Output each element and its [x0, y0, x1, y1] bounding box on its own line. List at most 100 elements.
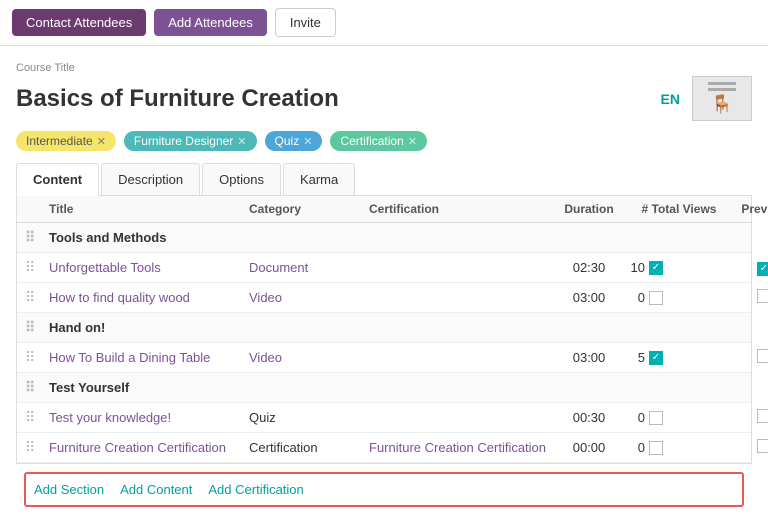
row-title[interactable]: How to find quality wood [49, 290, 249, 305]
row-title: Tools and Methods [49, 230, 249, 245]
views-count: 5 [629, 350, 645, 365]
add-content-link[interactable]: Add Content [120, 482, 192, 497]
drag-handle[interactable]: ⠿ [25, 229, 49, 246]
language-badge: EN [661, 91, 680, 107]
row-category: Video [249, 350, 369, 365]
row-category: Quiz [249, 410, 369, 425]
table-row: ⠿ Test your knowledge! Quiz 00:30 0 🗑 [17, 403, 751, 433]
header-duration: Duration [549, 202, 629, 216]
row-duration: 02:30 [549, 260, 629, 275]
header-title: Title [49, 202, 249, 216]
tag-furniture-designer-close[interactable]: ✕ [237, 135, 246, 148]
views-checkbox[interactable] [649, 411, 663, 425]
row-views: 10 [629, 260, 729, 275]
table-header: Title Category Certification Duration # … [17, 196, 751, 223]
row-preview[interactable] [729, 349, 768, 366]
tabs-row: Content Description Options Karma [16, 163, 752, 196]
table-row: ⠿ Furniture Creation Certification Certi… [17, 433, 751, 463]
row-views: 5 [629, 350, 729, 365]
thumb-line-2 [708, 88, 736, 91]
row-views: 0 [629, 440, 729, 455]
row-title[interactable]: Test your knowledge! [49, 410, 249, 425]
row-category: Video [249, 290, 369, 305]
views-checkbox[interactable] [649, 291, 663, 305]
main-content: Course Title Basics of Furniture Creatio… [0, 46, 768, 531]
preview-checkbox[interactable] [757, 409, 768, 423]
views-checkbox[interactable] [649, 441, 663, 455]
drag-handle[interactable]: ⠿ [25, 319, 49, 336]
header-drag [25, 202, 49, 216]
row-duration: 00:30 [549, 410, 629, 425]
course-label-text: Course Title [16, 62, 752, 74]
tag-certification-close[interactable]: ✕ [408, 135, 417, 148]
tag-intermediate-label: Intermediate [26, 134, 93, 148]
row-title: Test Yourself [49, 380, 249, 395]
row-title[interactable]: Unforgettable Tools [49, 260, 249, 275]
drag-handle[interactable]: ⠿ [25, 439, 49, 456]
drag-handle[interactable]: ⠿ [25, 289, 49, 306]
thumb-line-1 [708, 82, 736, 85]
contact-attendees-button[interactable]: Contact Attendees [12, 9, 146, 36]
table-row: ⠿ How To Build a Dining Table Video 03:0… [17, 343, 751, 373]
drag-handle[interactable]: ⠿ [25, 349, 49, 366]
row-preview[interactable] [729, 259, 768, 276]
tab-karma[interactable]: Karma [283, 163, 355, 195]
table-row: ⠿ Hand on! 🗑 [17, 313, 751, 343]
tag-quiz-label: Quiz [275, 134, 300, 148]
add-attendees-button[interactable]: Add Attendees [154, 9, 267, 36]
table-row: ⠿ How to find quality wood Video 03:00 0… [17, 283, 751, 313]
row-title: Hand on! [49, 320, 249, 335]
drag-handle[interactable]: ⠿ [25, 259, 49, 276]
top-bar: Contact Attendees Add Attendees Invite [0, 0, 768, 46]
add-certification-link[interactable]: Add Certification [208, 482, 303, 497]
tag-intermediate-close[interactable]: ✕ [97, 135, 106, 148]
tag-certification-label: Certification [340, 134, 403, 148]
thumb-person-icon: 🪑 [711, 94, 733, 115]
table-row: ⠿ Tools and Methods 🗑 [17, 223, 751, 253]
drag-handle[interactable]: ⠿ [25, 379, 49, 396]
tag-intermediate[interactable]: Intermediate ✕ [16, 131, 116, 151]
row-preview[interactable] [729, 409, 768, 426]
row-title-link[interactable]: Test your knowledge! [49, 410, 171, 425]
thumbnail-decoration: 🪑 [708, 82, 736, 115]
table-row: ⠿ Unforgettable Tools Document 02:30 10 … [17, 253, 751, 283]
tags-row: Intermediate ✕ Furniture Designer ✕ Quiz… [16, 131, 752, 151]
row-category: Certification [249, 440, 369, 455]
tag-furniture-designer[interactable]: Furniture Designer ✕ [124, 131, 257, 151]
views-count: 0 [629, 290, 645, 305]
course-thumbnail: 🪑 [692, 76, 752, 121]
tab-options[interactable]: Options [202, 163, 281, 195]
preview-checkbox[interactable] [757, 289, 768, 303]
preview-checkbox[interactable] [757, 262, 768, 276]
preview-checkbox[interactable] [757, 439, 768, 453]
views-checkbox[interactable] [649, 351, 663, 365]
add-section-link[interactable]: Add Section [34, 482, 104, 497]
views-count: 10 [629, 260, 645, 275]
row-duration: 00:00 [549, 440, 629, 455]
tab-content[interactable]: Content [16, 163, 99, 196]
course-title-row: Basics of Furniture Creation EN 🪑 [16, 76, 752, 121]
course-title: Basics of Furniture Creation [16, 85, 339, 113]
content-table: Title Category Certification Duration # … [16, 196, 752, 464]
tab-description[interactable]: Description [101, 163, 200, 195]
invite-button[interactable]: Invite [275, 8, 336, 37]
header-preview: Preview [729, 202, 768, 216]
tag-certification[interactable]: Certification ✕ [330, 131, 427, 151]
row-title-link[interactable]: How To Build a Dining Table [49, 350, 210, 365]
preview-checkbox[interactable] [757, 349, 768, 363]
drag-handle[interactable]: ⠿ [25, 409, 49, 426]
row-title[interactable]: Furniture Creation Certification [49, 440, 249, 455]
row-title-link[interactable]: How to find quality wood [49, 290, 190, 305]
row-preview[interactable] [729, 439, 768, 456]
row-title-link[interactable]: Unforgettable Tools [49, 260, 161, 275]
course-meta-right: EN 🪑 [661, 76, 752, 121]
header-total-views: # Total Views [629, 202, 729, 216]
row-preview[interactable] [729, 289, 768, 306]
views-checkbox[interactable] [649, 261, 663, 275]
tag-quiz[interactable]: Quiz ✕ [265, 131, 323, 151]
row-title[interactable]: How To Build a Dining Table [49, 350, 249, 365]
row-views: 0 [629, 290, 729, 305]
tag-quiz-close[interactable]: ✕ [303, 135, 312, 148]
row-title-link[interactable]: Furniture Creation Certification [49, 440, 226, 455]
tag-furniture-designer-label: Furniture Designer [134, 134, 233, 148]
